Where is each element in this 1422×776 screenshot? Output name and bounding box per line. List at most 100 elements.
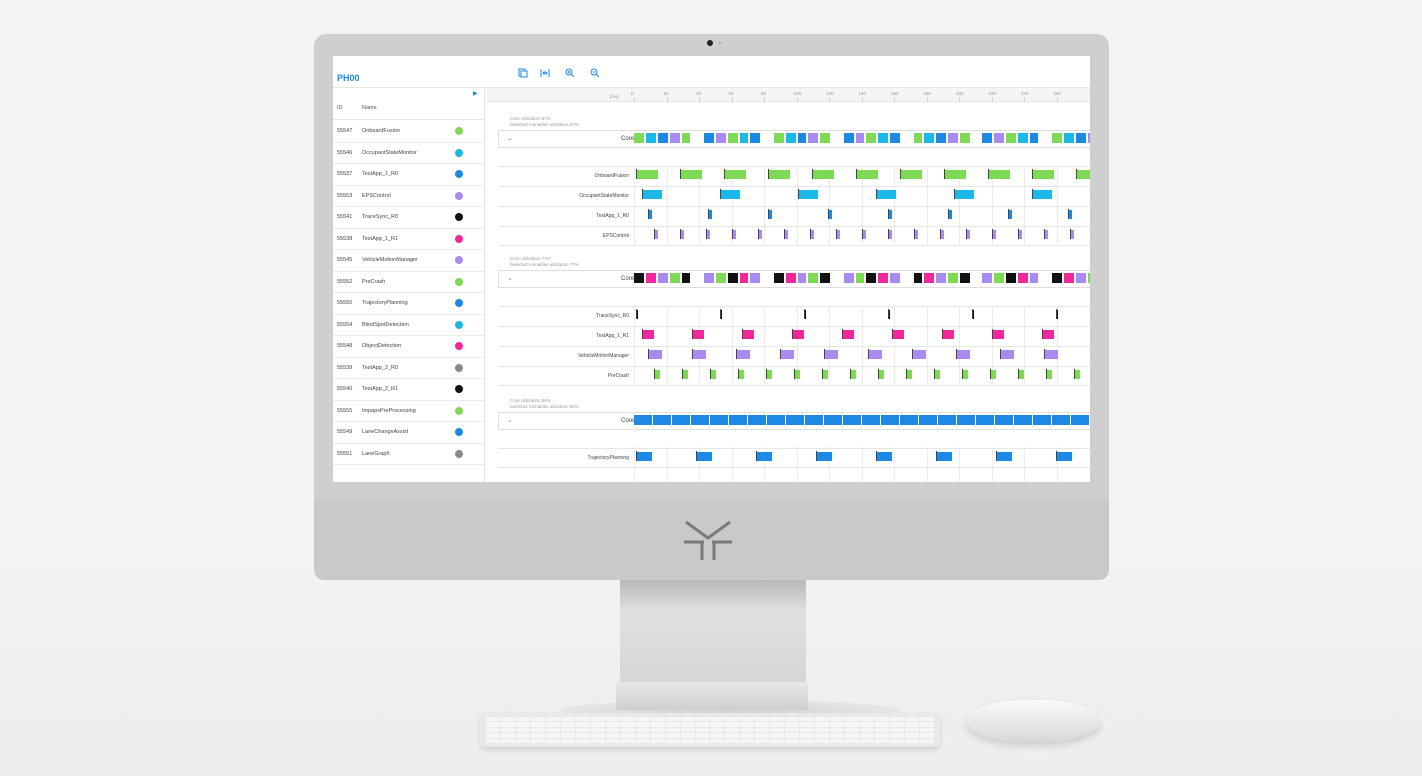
task-activation-marker (780, 349, 781, 359)
list-item[interactable]: 55545 VehicleMotionManager (333, 250, 485, 272)
task-activation-marker (804, 309, 805, 319)
color-dot[interactable] (455, 277, 463, 286)
list-item[interactable]: 55548 ObjectDetection (333, 336, 485, 358)
key (575, 717, 590, 722)
runnable-id: 55545 (337, 257, 353, 263)
core-bar-segment (1064, 273, 1074, 283)
core-bar-segment (1076, 273, 1086, 283)
fit-width-icon[interactable] (539, 68, 551, 80)
key (575, 722, 590, 727)
list-item[interactable]: 55554 BlindSpotDetection (333, 315, 485, 336)
key (620, 727, 635, 733)
task-activation-marker (1068, 209, 1069, 219)
key (545, 717, 560, 722)
color-dot[interactable] (455, 191, 463, 200)
list-item[interactable]: 55552 PreCrash (333, 272, 485, 293)
task-activation-marker (648, 209, 649, 219)
app-screen: PH00 ID Name ▶ 55547 OnboardFusion 55546 Oc… (333, 56, 1090, 482)
color-dot[interactable] (455, 234, 463, 243)
keyboard (480, 713, 940, 747)
color-dot[interactable] (455, 127, 463, 135)
color-dot[interactable] (455, 428, 463, 436)
color-dot[interactable] (455, 148, 463, 157)
key (680, 738, 695, 743)
column-header-name: Name (362, 105, 377, 111)
key (875, 727, 890, 733)
core-bar-segment (856, 273, 864, 283)
color-dot[interactable] (455, 342, 463, 350)
core-bar-segment (682, 133, 690, 143)
task-activation-marker (756, 451, 757, 461)
core-bar-segment (982, 273, 992, 283)
key (725, 717, 740, 722)
key (500, 738, 515, 743)
list-item[interactable]: 55549 LaneChangeAssist (333, 422, 485, 444)
task-activation-marker (1018, 229, 1019, 239)
task-activation-marker (862, 229, 863, 239)
key (635, 727, 650, 733)
core-bar-segment (948, 133, 958, 143)
key (560, 722, 575, 727)
key (800, 738, 815, 743)
zoom-out-icon[interactable] (589, 68, 601, 80)
list-item[interactable]: 55541 TraceSync_R0 (333, 207, 485, 229)
key (605, 733, 620, 738)
key (665, 717, 680, 722)
core-bar-segment (1064, 133, 1074, 143)
camera-icon (707, 40, 713, 46)
list-item[interactable]: 55551 LaneGraph (333, 444, 485, 465)
collapse-arrow-icon[interactable]: ▶ (473, 90, 478, 97)
task-activation-marker (906, 369, 907, 379)
color-dot[interactable] (455, 406, 463, 415)
list-item[interactable]: 55553 EPSControl (333, 186, 485, 207)
list-item[interactable]: 55546 OccupantStateMonitor (333, 143, 485, 164)
zoom-in-icon[interactable] (564, 68, 576, 80)
task-activation-marker (948, 209, 949, 219)
core-bar-segment (862, 415, 880, 425)
key (815, 738, 830, 743)
core-bar-segment (798, 273, 806, 283)
color-dot[interactable] (455, 170, 463, 178)
color-dot[interactable] (455, 213, 463, 221)
color-dot[interactable] (455, 320, 463, 329)
core-bar-segment (1076, 133, 1086, 143)
core-bar-segment (748, 415, 766, 425)
key (860, 717, 875, 722)
key (815, 733, 830, 738)
key (725, 738, 740, 743)
list-item[interactable]: 55538 TestApp_1_R1 (333, 229, 485, 250)
color-dot[interactable] (455, 385, 463, 393)
core-bar-segment (786, 415, 804, 425)
list-item[interactable]: 55555 ImpapsPreProcessing (333, 401, 485, 422)
color-dot[interactable] (455, 256, 463, 264)
runnable-name: OnboardFusion (362, 128, 400, 134)
key (635, 717, 650, 722)
key (650, 722, 665, 727)
task-activation-marker (738, 369, 739, 379)
key (785, 727, 800, 733)
list-item[interactable]: 55539 TestApp_2_R0 (333, 358, 485, 379)
list-item[interactable]: 55547 OnboardFusion (333, 121, 485, 143)
task-activation-marker (942, 329, 943, 339)
core-bar-segment (866, 273, 876, 283)
export-icon[interactable] (517, 68, 529, 80)
task-activation-marker (720, 309, 721, 319)
list-item[interactable]: 55537 TestApp_1_R0 (333, 164, 485, 186)
list-item[interactable]: 55540 TestApp_2_R1 (333, 379, 485, 401)
key (740, 727, 755, 733)
task-bar (798, 190, 818, 199)
key (845, 722, 860, 727)
color-dot[interactable] (455, 299, 463, 307)
core-bar-segment (1033, 415, 1051, 425)
monitor-stand (620, 580, 806, 684)
key (845, 738, 860, 743)
task-bar (692, 350, 706, 359)
core-bar-segment (936, 133, 946, 143)
color-dot[interactable] (455, 363, 463, 372)
color-dot[interactable] (455, 449, 463, 458)
core-bar-segment (634, 273, 644, 283)
list-item[interactable]: 55550 TrajectoryPlanning (333, 293, 485, 315)
task-activation-marker (876, 189, 877, 199)
key (710, 733, 725, 738)
task-bar (842, 330, 854, 339)
